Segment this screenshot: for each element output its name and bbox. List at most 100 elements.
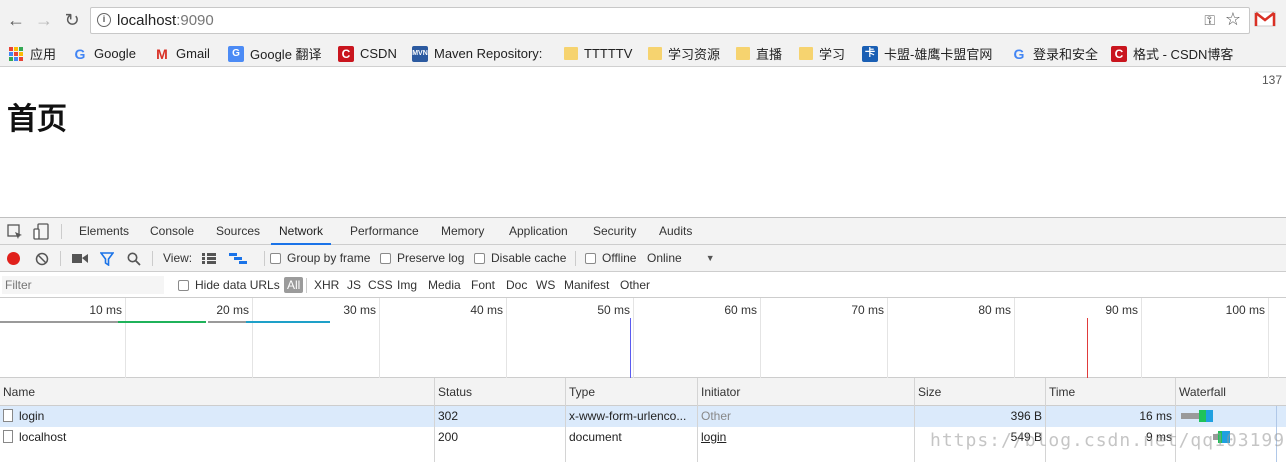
- large-rows-icon[interactable]: [202, 253, 216, 264]
- tab-application[interactable]: Application: [507, 218, 570, 245]
- bookmark-label: 学习: [819, 47, 846, 62]
- checkbox-label: Disable cache: [491, 251, 567, 265]
- checkbox-label: Group by frame: [287, 251, 371, 265]
- filter-type-doc[interactable]: Doc: [506, 272, 527, 298]
- tab-elements[interactable]: Elements: [77, 218, 131, 245]
- filter-type-css[interactable]: CSS: [368, 272, 393, 298]
- bookmark-login-security[interactable]: G 登录和安全: [1011, 44, 1098, 63]
- grid-line: [633, 298, 634, 378]
- checkbox-label: Preserve log: [397, 251, 465, 265]
- column-header-name[interactable]: Name: [0, 378, 35, 406]
- tab-security[interactable]: Security: [591, 218, 638, 245]
- filter-type-ws[interactable]: WS: [536, 272, 555, 298]
- network-overview-timeline[interactable]: 10 ms 20 ms 30 ms 40 ms 50 ms 60 ms 70 m…: [0, 298, 1286, 378]
- bookmark-folder-study[interactable]: 学习: [799, 44, 845, 63]
- csdn-icon: C: [338, 45, 354, 62]
- bookmark-csdn[interactable]: C CSDN: [338, 44, 397, 63]
- filter-type-js[interactable]: JS: [347, 272, 361, 298]
- search-icon[interactable]: [127, 252, 141, 266]
- waterfall-view-icon[interactable]: [229, 253, 247, 264]
- back-arrow-icon[interactable]: ←: [5, 9, 27, 31]
- kameng-icon: 卡: [862, 45, 878, 62]
- column-header-time[interactable]: Time: [1046, 378, 1075, 406]
- filter-type-img[interactable]: Img: [397, 272, 417, 298]
- tab-network[interactable]: Network: [271, 218, 332, 245]
- requests-table-header: Name Status Type Initiator Size Time Wat…: [0, 378, 1286, 406]
- checkbox-box[interactable]: [585, 253, 596, 264]
- request-name[interactable]: localhost: [0, 427, 435, 448]
- tab-console[interactable]: Console: [148, 218, 196, 245]
- checkbox-box[interactable]: [270, 253, 281, 264]
- column-header-initiator[interactable]: Initiator: [698, 378, 740, 406]
- inspect-element-icon[interactable]: [7, 224, 23, 240]
- forward-arrow-icon[interactable]: →: [33, 9, 55, 31]
- gmail-extension-icon[interactable]: [1254, 10, 1276, 28]
- bookmarks-bar: 应用 G Google M Gmail G Google 翻译 C CSDN M…: [0, 40, 1286, 67]
- tab-sources[interactable]: Sources: [214, 218, 262, 245]
- bookmark-maven[interactable]: MVN Maven Repository:: [412, 44, 542, 63]
- address-bar[interactable]: i localhost:9090 ⚿ ☆: [90, 7, 1250, 34]
- offline-checkbox[interactable]: Offline: [585, 245, 636, 272]
- reload-icon[interactable]: ↻: [61, 9, 83, 31]
- url-host: localhost: [117, 12, 177, 29]
- preserve-log-checkbox[interactable]: Preserve log: [380, 245, 464, 272]
- filter-icon[interactable]: [100, 252, 114, 266]
- capture-screenshots-icon[interactable]: [72, 253, 88, 264]
- bookmark-folder-live[interactable]: 直播: [736, 44, 782, 63]
- group-by-frame-checkbox[interactable]: Group by frame: [270, 245, 370, 272]
- filter-type-font[interactable]: Font: [471, 272, 495, 298]
- bookmark-folder-tttttv[interactable]: TTTTTV: [564, 44, 632, 63]
- filter-input[interactable]: [2, 276, 164, 294]
- throttling-select[interactable]: Online ▼: [647, 245, 715, 272]
- hide-data-urls-checkbox[interactable]: Hide data URLs: [178, 272, 280, 298]
- bookmark-kameng[interactable]: 卡 卡盟-雄鹰卡盟官网-: [862, 44, 992, 63]
- bookmark-gmail[interactable]: M Gmail: [154, 44, 210, 63]
- bookmark-label: 登录和安全: [1033, 47, 1099, 62]
- grid-line: [1141, 298, 1142, 378]
- bookmark-apps[interactable]: 应用: [8, 44, 56, 63]
- request-status: 302: [438, 409, 459, 423]
- record-icon[interactable]: [7, 252, 20, 265]
- filter-type-xhr[interactable]: XHR: [314, 272, 339, 298]
- bookmark-star-icon[interactable]: ☆: [1225, 9, 1241, 30]
- filter-type-other[interactable]: Other: [620, 272, 650, 298]
- column-header-waterfall[interactable]: Waterfall: [1176, 378, 1226, 406]
- request-name[interactable]: login: [0, 406, 435, 427]
- key-icon[interactable]: ⚿: [1204, 12, 1215, 29]
- url-text[interactable]: localhost:9090: [117, 12, 214, 29]
- timeline-tick: 70 ms: [851, 303, 884, 317]
- column-divider[interactable]: [434, 378, 435, 462]
- tab-performance[interactable]: Performance: [348, 218, 421, 245]
- apps-grid-icon: [9, 46, 23, 61]
- bookmark-google[interactable]: G Google: [72, 44, 136, 63]
- clear-icon[interactable]: [35, 252, 49, 266]
- bookmark-folder-study-resources[interactable]: 学习资源: [648, 44, 720, 63]
- filter-type-manifest[interactable]: Manifest: [564, 272, 609, 298]
- filter-type-all[interactable]: All: [284, 277, 304, 293]
- column-divider[interactable]: [914, 378, 915, 462]
- checkbox-box[interactable]: [178, 279, 189, 291]
- bookmark-google-translate[interactable]: G Google 翻译: [228, 44, 322, 63]
- request-name-text: login: [19, 409, 45, 423]
- filter-type-media[interactable]: Media: [428, 272, 461, 298]
- column-divider[interactable]: [565, 378, 566, 462]
- checkbox-box[interactable]: [474, 253, 485, 264]
- disable-cache-checkbox[interactable]: Disable cache: [474, 245, 566, 272]
- checkbox-box[interactable]: [380, 253, 391, 264]
- bookmark-label: Maven Repository:: [434, 46, 542, 61]
- device-toolbar-icon[interactable]: [33, 223, 49, 240]
- grid-line: [1014, 298, 1015, 378]
- folder-icon: [799, 47, 813, 60]
- checkbox-label: Hide data URLs: [195, 278, 280, 292]
- timeline-tick: 30 ms: [343, 303, 376, 317]
- bookmark-csdn-blog[interactable]: C 格式 - CSDN博客: [1111, 44, 1233, 63]
- tab-audits[interactable]: Audits: [657, 218, 694, 245]
- column-header-type[interactable]: Type: [566, 378, 595, 406]
- table-row[interactable]: login 302 x-www-form-urlenco... Other 39…: [0, 406, 1286, 427]
- column-divider[interactable]: [697, 378, 698, 462]
- tab-memory[interactable]: Memory: [439, 218, 486, 245]
- column-header-size[interactable]: Size: [915, 378, 941, 406]
- column-header-status[interactable]: Status: [435, 378, 472, 406]
- info-icon[interactable]: i: [97, 13, 111, 27]
- request-initiator-link[interactable]: login: [698, 427, 915, 448]
